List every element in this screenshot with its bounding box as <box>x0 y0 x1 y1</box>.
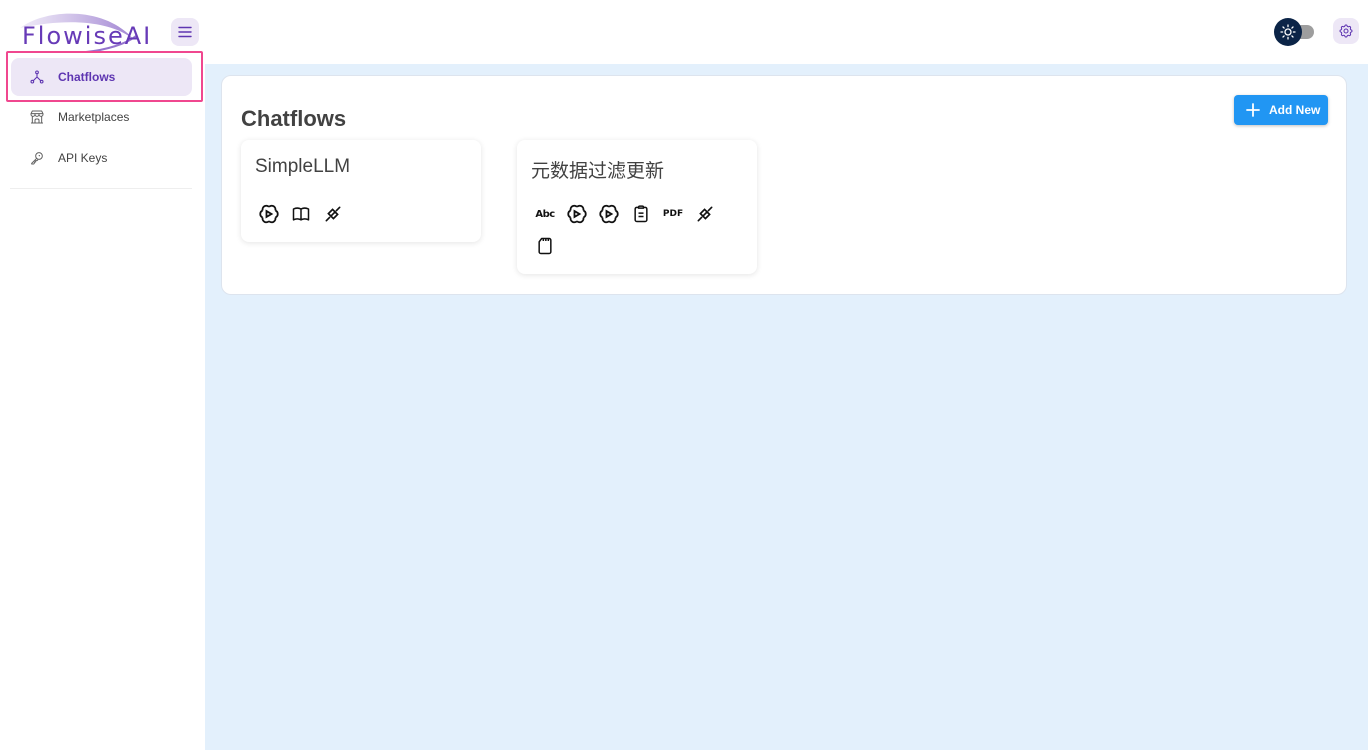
settings-button[interactable] <box>1333 18 1359 44</box>
card-title: 元数据过滤更新 <box>531 161 665 182</box>
sidebar-divider <box>10 188 192 189</box>
clipboard-icon <box>631 204 651 224</box>
gear-icon <box>1339 24 1353 38</box>
toggle-thumb <box>1274 18 1302 46</box>
memory-card-icon <box>535 236 555 256</box>
building-store-icon <box>30 110 44 124</box>
sidebar-item-label: Marketplaces <box>58 110 130 124</box>
openai-icon <box>259 204 279 224</box>
hierarchy-icon <box>30 70 44 84</box>
page-title: Chatflows <box>241 106 347 131</box>
add-new-button[interactable]: Add New <box>1234 95 1328 125</box>
pdf-icon-text: PDF <box>662 209 684 219</box>
flowise-logo[interactable]: FlowiseAI <box>16 10 150 54</box>
chain-icon <box>695 204 715 224</box>
logo-text: FlowiseAI <box>22 22 153 50</box>
chatflow-card-simplellm[interactable]: SimpleLLM <box>241 140 481 242</box>
hamburger-menu-icon <box>178 26 192 38</box>
chain-icon <box>323 204 343 224</box>
top-header: FlowiseAI <box>0 0 1368 64</box>
key-icon <box>31 152 43 165</box>
dark-mode-toggle[interactable] <box>1274 18 1316 46</box>
card-node-icons <box>259 204 469 236</box>
sun-icon <box>1280 24 1296 40</box>
openai-icon <box>599 204 619 224</box>
sidebar-item-marketplaces[interactable]: Marketplaces <box>11 98 192 136</box>
menu-toggle-button[interactable] <box>171 18 199 46</box>
chatflows-panel: Chatflows Add New SimpleLLM 元数据过滤更新 Abc … <box>221 75 1347 295</box>
sidebar-item-chatflows[interactable]: Chatflows <box>11 58 192 96</box>
abc-icon: Abc <box>535 204 555 224</box>
add-new-label: Add New <box>1269 103 1321 117</box>
chatflow-card-metadata-filter[interactable]: 元数据过滤更新 Abc PDF <box>517 140 757 274</box>
main-content: Chatflows Add New SimpleLLM 元数据过滤更新 Abc … <box>205 64 1368 750</box>
sidebar-item-label: Chatflows <box>58 70 116 84</box>
card-title: SimpleLLM <box>255 156 351 177</box>
book-icon <box>291 204 311 224</box>
card-node-icons: Abc PDF <box>535 204 745 268</box>
plus-icon <box>1246 103 1260 117</box>
sidebar: Chatflows Marketplaces API Keys <box>0 58 205 750</box>
sidebar-item-api-keys[interactable]: API Keys <box>11 139 192 177</box>
sidebar-item-label: API Keys <box>58 151 108 165</box>
abc-icon-text: Abc <box>535 208 555 220</box>
pdf-icon: PDF <box>663 204 683 224</box>
openai-icon <box>567 204 587 224</box>
